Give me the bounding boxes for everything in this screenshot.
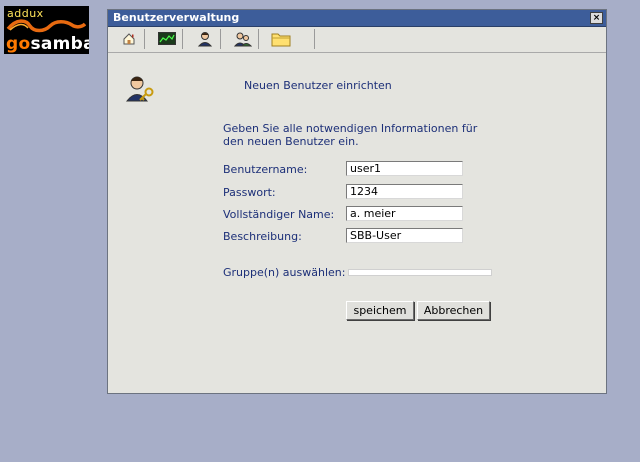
logo-flame-icon [6, 19, 86, 33]
window-titlebar: Benutzerverwaltung × [108, 10, 606, 27]
password-label: Passwort: [223, 186, 276, 199]
save-button[interactable]: speichem [346, 301, 414, 320]
user-icon [197, 32, 213, 47]
page-heading: Neuen Benutzer einrichten [244, 79, 392, 92]
close-button[interactable]: × [590, 12, 603, 24]
description-field[interactable]: SBB-User [346, 228, 463, 243]
toolbar-monitor-button[interactable] [152, 29, 183, 49]
toolbar-user-button[interactable] [190, 29, 221, 49]
toolbar-home-button[interactable] [114, 29, 145, 49]
toolbar [108, 27, 606, 53]
toolbar-users-button[interactable] [228, 29, 259, 49]
intro-text: Geben Sie alle notwendigen Informationen… [223, 122, 478, 148]
password-field[interactable]: 1234 [346, 184, 463, 199]
window-title: Benutzerverwaltung [113, 11, 240, 24]
logo-gosamba-text: gosamba [6, 34, 89, 54]
folder-icon [271, 33, 291, 47]
monitor-icon [158, 32, 176, 45]
cancel-button[interactable]: Abbrechen [417, 301, 490, 320]
home-icon [123, 33, 135, 45]
toolbar-separator [314, 29, 317, 49]
user-key-icon [125, 76, 154, 102]
description-label: Beschreibung: [223, 230, 302, 243]
addux-gosamba-logo: addux gosamba [4, 6, 89, 54]
fullname-field[interactable]: a. meier [346, 206, 463, 221]
group-select-list[interactable] [348, 269, 492, 276]
username-field[interactable]: user1 [346, 161, 463, 176]
toolbar-folder-button[interactable] [266, 29, 296, 49]
user-management-window: Benutzerverwaltung × Neuen Benutzer einr… [107, 9, 607, 394]
fullname-label: Vollständiger Name: [223, 208, 335, 221]
users-icon [234, 32, 252, 47]
group-select-label: Gruppe(n) auswählen: [223, 266, 346, 279]
username-label: Benutzername: [223, 163, 308, 176]
